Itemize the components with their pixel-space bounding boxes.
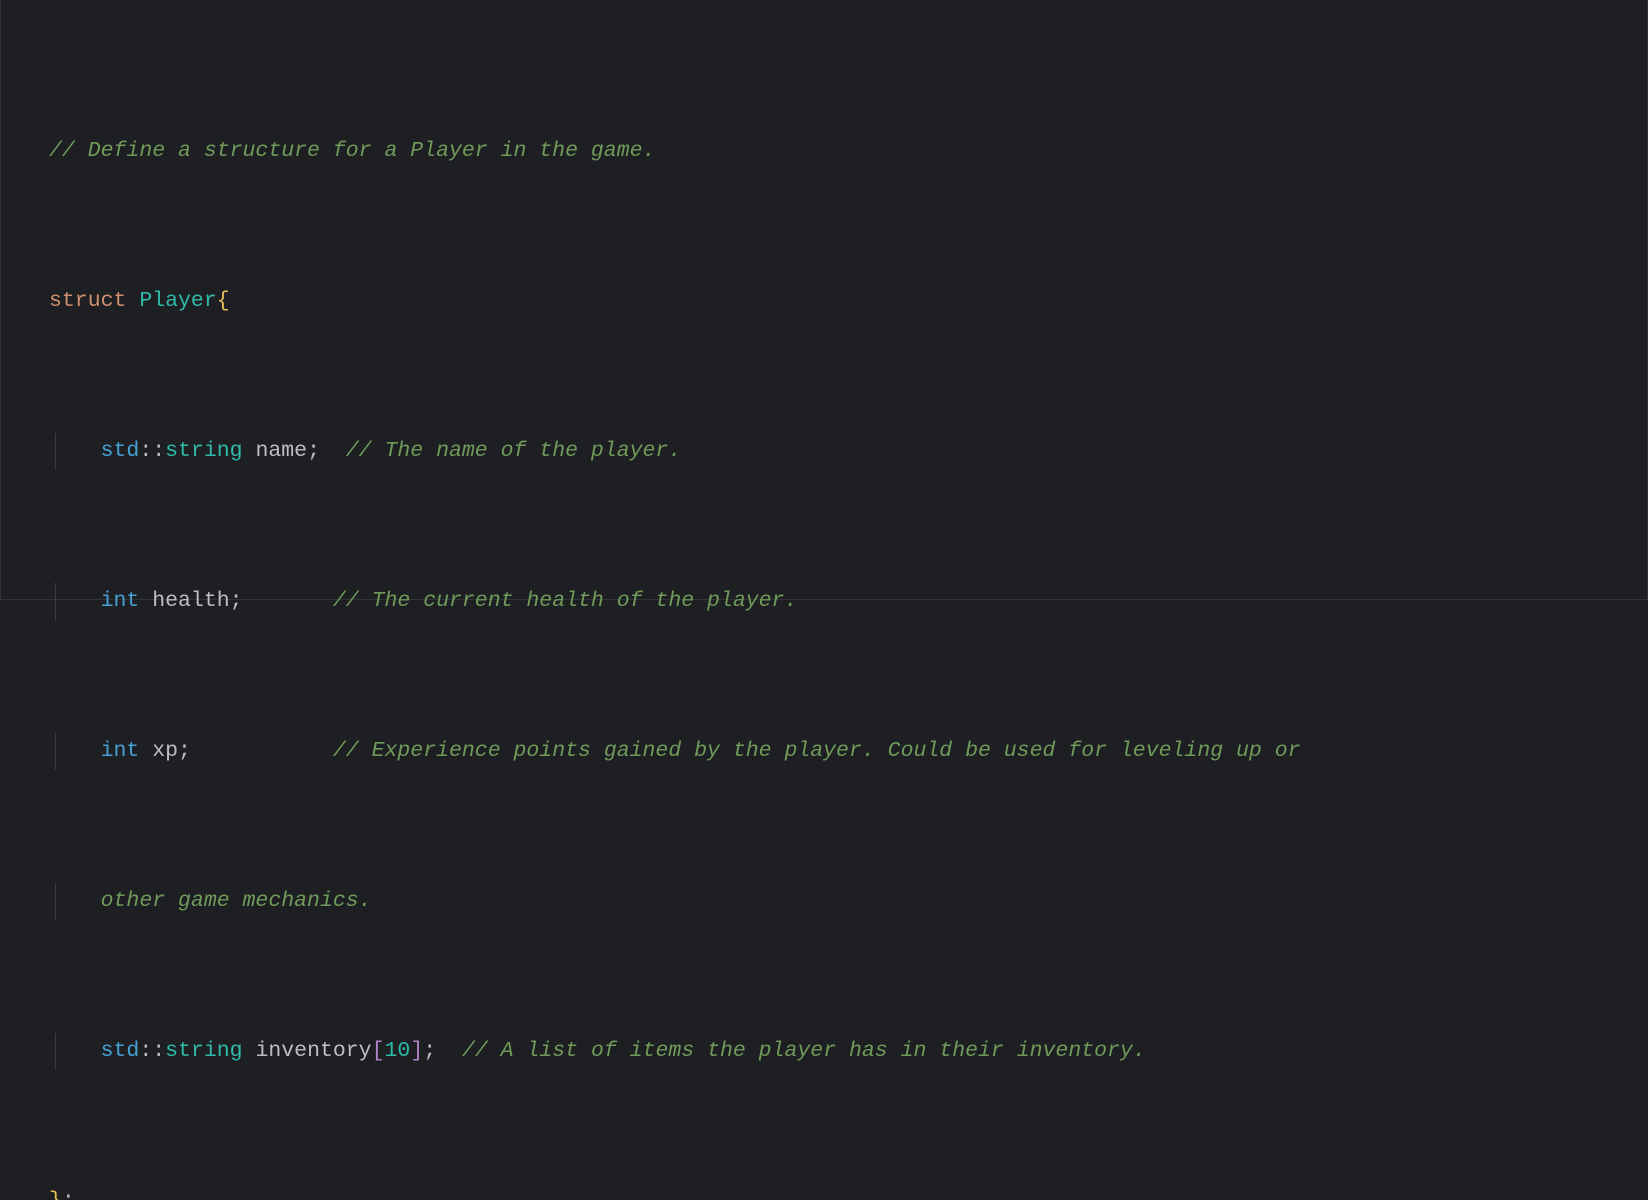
scope-op: ::	[139, 439, 165, 463]
brace-open: {	[217, 289, 230, 313]
brace-close: }	[49, 1189, 62, 1200]
code-line: int health; // The current health of the…	[49, 583, 1639, 621]
comment-text: // Experience points gained by the playe…	[333, 739, 1314, 763]
indent-guide	[55, 433, 56, 471]
type-int: int	[101, 589, 140, 613]
comment-text: // A list of items the player has in the…	[462, 1039, 1146, 1063]
type-int: int	[101, 739, 140, 763]
identifier: health;	[139, 589, 333, 613]
comment-text: // The current health of the player.	[333, 589, 797, 613]
code-editor[interactable]: // Define a structure for a Player in th…	[49, 20, 1639, 1200]
identifier: xp;	[139, 739, 333, 763]
namespace-std: std	[101, 439, 140, 463]
identifier: name;	[243, 439, 346, 463]
code-line: std::string inventory[10]; // A list of …	[49, 1033, 1639, 1071]
code-line: std::string name; // The name of the pla…	[49, 433, 1639, 471]
indent-guide	[55, 583, 56, 621]
bracket-open: [	[372, 1039, 385, 1063]
indent-guide	[55, 883, 56, 921]
semicolon: ;	[62, 1189, 75, 1200]
code-line: struct Player{	[49, 283, 1639, 321]
indent-guide	[55, 733, 56, 771]
code-line: int xp; // Experience points gained by t…	[49, 733, 1639, 771]
code-line: // Define a structure for a Player in th…	[49, 133, 1639, 171]
struct-name: Player	[139, 289, 216, 313]
keyword-struct: struct	[49, 289, 126, 313]
type-string: string	[165, 1039, 242, 1063]
bracket-close: ]	[410, 1039, 423, 1063]
code-line: other game mechanics.	[49, 883, 1639, 921]
comment-text: other game mechanics.	[101, 889, 372, 913]
identifier: inventory	[243, 1039, 372, 1063]
comment-text: // Define a structure for a Player in th…	[49, 139, 655, 163]
scope-op: ::	[139, 1039, 165, 1063]
number-literal: 10	[385, 1039, 411, 1063]
type-string: string	[165, 439, 242, 463]
semicolon: ;	[423, 1039, 462, 1063]
comment-text: // The name of the player.	[346, 439, 681, 463]
code-line: };	[49, 1183, 1639, 1200]
namespace-std: std	[101, 1039, 140, 1063]
indent-guide	[55, 1033, 56, 1071]
